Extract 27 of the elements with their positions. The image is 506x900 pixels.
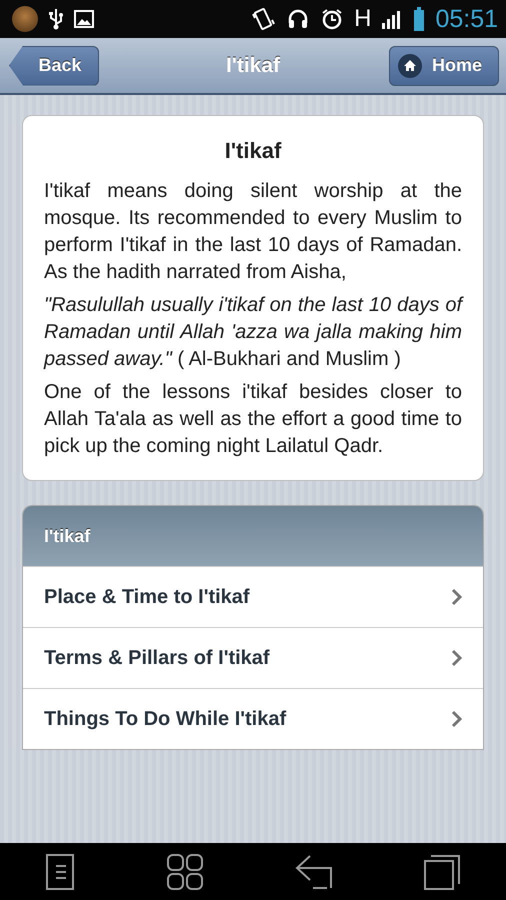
headphones-icon — [286, 7, 310, 31]
menu-icon[interactable] — [46, 854, 76, 890]
home-button[interactable]: Home — [389, 46, 499, 86]
network-type: H — [354, 5, 372, 33]
article-paragraph: I'tikaf means doing silent worship at the mosque. Its recommended to every Muslim to perform I'tikaf in the last 10 days of Ramadan. As the hadith narrated from Aisha, — [44, 179, 462, 285]
vibrate-icon — [250, 6, 276, 32]
chevron-icon — [451, 588, 463, 606]
menu-item[interactable]: Place & Time to I'tikaf — [23, 566, 483, 627]
chevron-icon — [451, 710, 463, 728]
image-icon — [74, 10, 94, 28]
page-title: I'tikaf — [226, 54, 280, 78]
alarm-icon — [320, 7, 344, 31]
article-paragraph: One of the lessons i'tikaf besides closer to Allah Ta'ala as well as the effort a good time to pick up the coming night Lailatul Qadr. — [44, 380, 462, 459]
usb-icon — [48, 7, 64, 31]
article-paragraph: "Rasulullah usually i'tikaf on the last 10 days of Ramadan until Allah 'azza wa jalla making him passed away." ( Al-Bukhari and Muslim ) — [44, 293, 462, 372]
menu-header: I'tikaf — [23, 506, 483, 566]
home-grid-icon[interactable] — [167, 854, 204, 890]
home-icon — [398, 54, 422, 78]
chevron-icon — [451, 649, 463, 667]
back-button[interactable]: Back — [9, 46, 99, 86]
battery-icon — [413, 6, 426, 32]
back-arrow-icon[interactable] — [294, 854, 333, 890]
recent-apps-icon[interactable] — [424, 854, 460, 890]
clock: 05:51 — [435, 4, 498, 34]
menu-item[interactable]: Things To Do While I'tikaf — [23, 688, 483, 749]
article-title: I'tikaf — [224, 138, 282, 164]
menu-item[interactable]: Terms & Pillars of I'tikaf — [23, 627, 483, 688]
